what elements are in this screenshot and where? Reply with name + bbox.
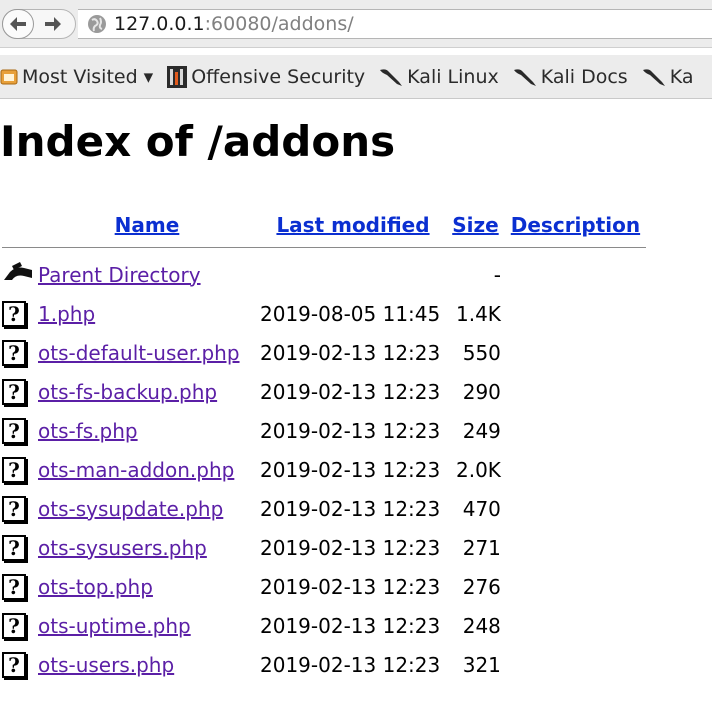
unknown-file-icon: ? bbox=[2, 495, 26, 522]
file-link[interactable]: ots-users.php bbox=[38, 653, 174, 677]
file-size: 276 bbox=[462, 574, 501, 599]
file-description bbox=[503, 411, 648, 450]
forward-arrow-icon bbox=[45, 17, 61, 31]
url-bar[interactable]: 127.0.0.1:60080/addons/ bbox=[78, 9, 712, 39]
unknown-file-icon: ? bbox=[2, 339, 26, 366]
table-header-row: Name Last modified Size Description bbox=[0, 203, 648, 247]
file-link[interactable]: ots-sysusers.php bbox=[38, 536, 207, 560]
table-row: ? ots-man-addon.php 2019-02-13 12:23 2.0K bbox=[0, 450, 648, 489]
table-row: ? ots-sysusers.php 2019-02-13 12:23 271 bbox=[0, 528, 648, 567]
kali-dragon-icon bbox=[380, 68, 403, 86]
last-modified-column-header: Last modified bbox=[258, 203, 448, 247]
unknown-file-icon: ? bbox=[2, 300, 26, 327]
file-link[interactable]: ots-fs-backup.php bbox=[38, 380, 217, 404]
globe-icon bbox=[88, 15, 106, 33]
parent-directory-link[interactable]: Parent Directory bbox=[38, 263, 201, 287]
table-row: ? ots-fs.php 2019-02-13 12:23 249 bbox=[0, 411, 648, 450]
file-description bbox=[503, 294, 648, 333]
file-size: 271 bbox=[462, 535, 501, 560]
file-modified: 2019-02-13 12:23 bbox=[260, 418, 441, 443]
kali-dragon-icon bbox=[642, 68, 665, 86]
file-description bbox=[503, 372, 648, 411]
file-link[interactable]: 1.php bbox=[38, 302, 95, 326]
sort-by-description-link[interactable]: Description bbox=[511, 213, 640, 237]
file-size: 290 bbox=[462, 379, 501, 404]
table-row: ? ots-uptime.php 2019-02-13 12:23 248 bbox=[0, 606, 648, 645]
file-link[interactable]: ots-man-addon.php bbox=[38, 458, 234, 482]
url-text: 127.0.0.1:60080/addons/ bbox=[114, 13, 354, 35]
unknown-file-icon: ? bbox=[2, 651, 26, 678]
file-size: 470 bbox=[462, 496, 501, 521]
file-link[interactable]: ots-default-user.php bbox=[38, 341, 240, 365]
table-row: ? ots-top.php 2019-02-13 12:23 276 bbox=[0, 567, 648, 606]
bookmark-kali-linux[interactable]: Kali Linux bbox=[379, 66, 499, 88]
file-size: 249 bbox=[462, 418, 501, 443]
file-link[interactable]: ots-uptime.php bbox=[38, 614, 191, 638]
table-row: ? ots-default-user.php 2019-02-13 12:23 550 bbox=[0, 333, 648, 372]
table-row: ? ots-users.php 2019-02-13 12:23 321 bbox=[0, 645, 648, 684]
header-divider-row bbox=[0, 247, 648, 255]
unknown-file-icon: ? bbox=[2, 612, 26, 639]
icon-column-header bbox=[0, 203, 36, 247]
file-modified: 2019-02-13 12:23 bbox=[260, 652, 441, 677]
directory-listing-table: Name Last modified Size Description Pare… bbox=[0, 203, 648, 684]
file-link[interactable]: ots-top.php bbox=[38, 575, 153, 599]
file-modified: 2019-02-13 12:23 bbox=[260, 340, 441, 365]
name-column-header: Name bbox=[36, 203, 258, 247]
file-description bbox=[503, 567, 648, 606]
unknown-file-icon: ? bbox=[2, 417, 26, 444]
file-description bbox=[503, 528, 648, 567]
file-modified: 2019-08-05 11:45 bbox=[260, 301, 441, 326]
file-modified: 2019-02-13 12:23 bbox=[260, 457, 441, 482]
file-modified: 2019-02-13 12:23 bbox=[260, 613, 441, 638]
back-button[interactable] bbox=[2, 9, 34, 39]
file-modified: 2019-02-13 12:23 bbox=[260, 496, 441, 521]
file-size: 321 bbox=[462, 652, 501, 677]
nav-buttons bbox=[2, 9, 76, 39]
file-modified: 2019-02-13 12:23 bbox=[260, 574, 441, 599]
file-description bbox=[503, 489, 648, 528]
unknown-file-icon: ? bbox=[2, 573, 26, 600]
table-row: ? ots-sysupdate.php 2019-02-13 12:23 470 bbox=[0, 489, 648, 528]
back-arrow-icon bbox=[10, 17, 26, 31]
description-column-header: Description bbox=[503, 203, 648, 247]
file-link[interactable]: ots-sysupdate.php bbox=[38, 497, 223, 521]
file-size: 2.0K bbox=[455, 457, 501, 482]
sort-by-last-modified-link[interactable]: Last modified bbox=[276, 213, 429, 237]
sort-by-size-link[interactable]: Size bbox=[452, 213, 498, 237]
unknown-file-icon: ? bbox=[2, 378, 26, 405]
file-size: 248 bbox=[462, 613, 501, 638]
sort-by-name-link[interactable]: Name bbox=[115, 213, 180, 237]
bookmark-kali-docs[interactable]: Kali Docs bbox=[513, 66, 628, 88]
back-folder-icon bbox=[4, 262, 32, 280]
header-divider bbox=[2, 247, 646, 255]
unknown-file-icon: ? bbox=[2, 534, 26, 561]
parent-size: - bbox=[493, 262, 501, 287]
bookmark-most-visited[interactable]: Most Visited ▾ bbox=[0, 66, 153, 88]
browser-navbar: 127.0.0.1:60080/addons/ bbox=[0, 0, 712, 48]
file-description bbox=[503, 606, 648, 645]
file-size: 550 bbox=[462, 340, 501, 365]
file-modified: 2019-02-13 12:23 bbox=[260, 535, 441, 560]
table-row: ? ots-fs-backup.php 2019-02-13 12:23 290 bbox=[0, 372, 648, 411]
page-title: Index of /addons bbox=[0, 117, 396, 166]
offensive-security-icon bbox=[167, 65, 188, 88]
size-column-header: Size bbox=[448, 203, 503, 247]
file-size: 1.4K bbox=[455, 301, 501, 326]
forward-button[interactable] bbox=[41, 12, 65, 36]
file-modified: 2019-02-13 12:23 bbox=[260, 379, 441, 404]
table-row: ? 1.php 2019-08-05 11:45 1.4K bbox=[0, 294, 648, 333]
file-link[interactable]: ots-fs.php bbox=[38, 419, 138, 443]
bookmarks-toolbar: Most Visited ▾ Offensive Security Kali L… bbox=[0, 55, 712, 99]
bookmark-kali-truncated[interactable]: Ka bbox=[642, 66, 693, 88]
unknown-file-icon: ? bbox=[2, 456, 26, 483]
file-description bbox=[503, 645, 648, 684]
parent-directory-row: Parent Directory - bbox=[0, 255, 648, 294]
most-visited-icon bbox=[0, 69, 18, 84]
file-description bbox=[503, 333, 648, 372]
file-description bbox=[503, 450, 648, 489]
kali-dragon-icon bbox=[513, 68, 536, 86]
bookmark-offensive-security[interactable]: Offensive Security bbox=[167, 65, 365, 88]
